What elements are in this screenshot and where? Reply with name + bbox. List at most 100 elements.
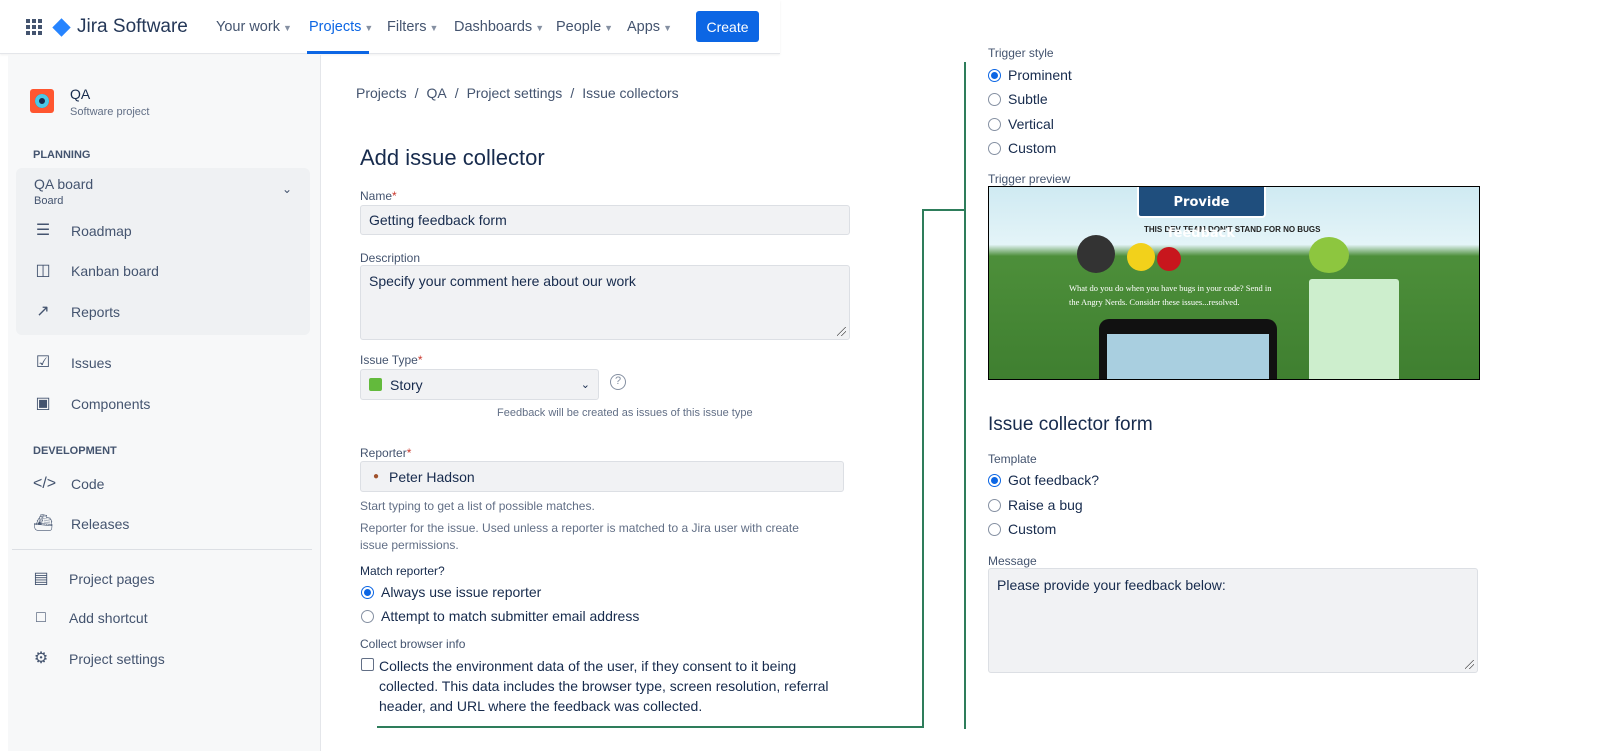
project-name: QA <box>70 86 91 102</box>
active-tab-indicator <box>307 51 369 54</box>
reporter-input[interactable]: ● Peter Hadson <box>360 461 844 492</box>
sidebar-item-kanban[interactable]: ◫ Kanban board <box>33 262 159 280</box>
reporter-help: Start typing to get a list of possible m… <box>360 499 595 513</box>
kanban-icon: ◫ <box>35 262 51 279</box>
chevron-down-icon[interactable]: ⌄ <box>282 182 292 196</box>
sidebar-item-project-pages[interactable]: ▤ Project pages <box>31 570 154 588</box>
breadcrumb-qa[interactable]: QA <box>426 85 446 101</box>
radio-match-email[interactable]: Attempt to match submitter email address <box>361 608 639 624</box>
issue-type-select[interactable]: Story ⌄ <box>360 369 599 400</box>
resize-handle-icon[interactable] <box>837 327 846 336</box>
breadcrumb-projects[interactable]: Projects <box>356 85 407 101</box>
nav-projects[interactable]: Projects ▼ <box>309 19 373 35</box>
project-avatar <box>30 89 54 113</box>
sidebar-item-add-shortcut[interactable]: □ Add shortcut <box>31 609 147 627</box>
radio-subtle[interactable]: Subtle <box>988 91 1048 107</box>
nav-apps[interactable]: Apps ▼ <box>627 19 672 35</box>
match-reporter-label: Match reporter? <box>360 564 445 578</box>
radio-icon <box>988 522 1001 536</box>
name-input[interactable]: Getting feedback form <box>360 205 850 235</box>
message-textarea[interactable]: Please provide your feedback below: <box>988 568 1478 673</box>
breadcrumb-project-settings[interactable]: Project settings <box>467 85 563 101</box>
project-type: Software project <box>70 106 150 118</box>
sidebar-item-components[interactable]: ▣ Components <box>33 395 150 413</box>
annotation-line <box>377 726 924 728</box>
annotation-line <box>964 62 966 729</box>
nav-people[interactable]: People ▼ <box>556 19 613 35</box>
create-button[interactable]: Create <box>696 11 759 42</box>
radio-prominent[interactable]: Prominent <box>988 67 1072 83</box>
radio-checked-icon <box>988 68 1001 82</box>
radio-custom-template[interactable]: Custom <box>988 521 1056 537</box>
chevron-down-icon: ⌄ <box>580 379 590 391</box>
preview-bird <box>1077 235 1115 273</box>
help-icon[interactable]: ? <box>610 374 626 390</box>
annotation-line <box>922 209 966 211</box>
radio-vertical[interactable]: Vertical <box>988 116 1054 132</box>
annotation-line <box>922 209 924 728</box>
trigger-preview-label: Trigger preview <box>988 172 1071 186</box>
radio-checked-icon <box>361 585 374 599</box>
nav-your-work[interactable]: Your work ▼ <box>216 19 292 35</box>
breadcrumb-issue-collectors[interactable]: Issue collectors <box>582 85 678 101</box>
jira-logo[interactable]: Jira Software <box>52 16 188 38</box>
description-label: Description <box>360 251 421 265</box>
gear-icon: ⚙ <box>33 650 49 667</box>
sidebar-item-issues[interactable]: ☑ Issues <box>33 354 112 372</box>
name-label: Name* <box>360 189 397 203</box>
story-icon <box>369 378 382 391</box>
radio-always-use-reporter[interactable]: Always use issue reporter <box>361 584 541 600</box>
chevron-down-icon: ▼ <box>535 23 545 33</box>
roadmap-icon: ☰ <box>35 222 51 239</box>
resize-handle-icon[interactable] <box>1465 660 1474 669</box>
radio-got-feedback[interactable]: Got feedback? <box>988 472 1099 488</box>
sidebar-item-releases[interactable]: ⛴ Releases <box>33 515 129 533</box>
radio-checked-icon <box>988 473 1001 487</box>
radio-icon <box>988 117 1001 131</box>
radio-icon <box>988 92 1001 106</box>
issue-type-label: Issue Type* <box>360 353 423 367</box>
chevron-down-icon: ▼ <box>364 23 374 33</box>
provide-feedback-trigger[interactable]: Provide feedback <box>1137 187 1266 241</box>
preview-bird <box>1127 243 1155 271</box>
board-sub: Board <box>34 195 64 207</box>
chevron-down-icon: ▼ <box>663 23 672 33</box>
reports-icon: ↗ <box>36 303 50 320</box>
components-icon: ▣ <box>35 395 51 412</box>
jira-diamond-icon <box>52 17 71 37</box>
sidebar-item-reports[interactable]: ↗ Reports <box>33 303 120 321</box>
board-name[interactable]: QA board <box>34 176 93 192</box>
reporter-label: Reporter* <box>360 446 412 460</box>
reporter-description: Reporter for the issue. Used unless a re… <box>360 521 799 552</box>
sidebar-item-project-settings[interactable]: ⚙ Project settings <box>31 650 165 668</box>
radio-icon <box>988 141 1001 155</box>
radio-icon <box>361 609 374 623</box>
preview-bird <box>1157 247 1181 271</box>
preview-pig <box>1309 237 1349 273</box>
trigger-preview-image: THIS DEV TEAM DON'T STAND FOR NO BUGS Wh… <box>988 186 1480 380</box>
product-name: Jira Software <box>77 16 188 37</box>
preview-quote <box>1309 279 1399 379</box>
divider <box>12 549 312 550</box>
sidebar-item-code[interactable]: </> Code <box>33 475 104 493</box>
nav-filters[interactable]: Filters ▼ <box>387 19 438 35</box>
collector-form-title: Issue collector form <box>988 414 1153 435</box>
code-icon: </> <box>33 475 57 492</box>
app-switcher-icon[interactable] <box>26 19 42 35</box>
trigger-style-label: Trigger style <box>988 46 1054 60</box>
user-icon: ● <box>373 471 380 482</box>
browser-info-checkbox[interactable] <box>361 658 374 671</box>
description-textarea[interactable]: Specify your comment here about our work <box>360 265 850 340</box>
nav-dashboards[interactable]: Dashboards ▼ <box>454 19 544 35</box>
radio-custom-trigger[interactable]: Custom <box>988 140 1056 156</box>
chevron-down-icon: ▼ <box>282 23 292 33</box>
chevron-down-icon: ▼ <box>429 23 439 33</box>
page-icon: ▤ <box>33 570 49 587</box>
planning-heading: PLANNING <box>33 149 91 161</box>
browser-info-text: Collects the environment data of the use… <box>379 658 829 714</box>
releases-icon: ⛴ <box>33 515 54 532</box>
radio-raise-bug[interactable]: Raise a bug <box>988 497 1083 513</box>
add-shortcut-icon: □ <box>36 609 46 626</box>
radio-icon <box>988 498 1001 512</box>
sidebar-item-roadmap[interactable]: ☰ Roadmap <box>33 222 132 240</box>
